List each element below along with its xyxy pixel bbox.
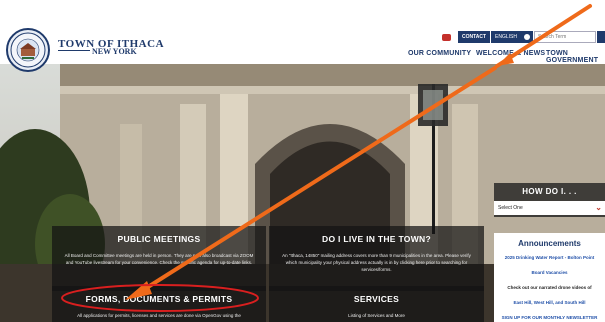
services-text: Listing of Services and More xyxy=(348,313,405,318)
how-do-i-title: HOW DO I. . . xyxy=(522,187,577,196)
announcement-text: Check out our narrated drone videos of xyxy=(507,285,592,290)
public-meetings-text: All Board and Committee meetings are hel… xyxy=(64,253,254,265)
language-select[interactable]: ENGLISH xyxy=(491,31,533,43)
nav-our-community[interactable]: OUR COMMUNITY xyxy=(408,50,471,57)
brand-subtitle: NEW YORK xyxy=(90,47,139,56)
how-do-i-select-value: Select One xyxy=(498,205,523,211)
site-header: TOWN OF ITHACA NEW YORK CONTACT ENGLISH … xyxy=(0,0,605,72)
services-title: SERVICES xyxy=(353,294,400,304)
globe-icon xyxy=(524,34,530,40)
nav-welcome-news[interactable]: WELCOME & NEWS xyxy=(476,50,545,57)
seal-icon xyxy=(10,32,46,68)
newsletter-signup-link[interactable]: SIGN UP FOR OUR MONTHLY NEWSLETTER xyxy=(494,315,605,320)
language-label: ENGLISH xyxy=(495,34,517,40)
public-meetings-title: PUBLIC MEETINGS xyxy=(117,234,201,244)
services-panel[interactable]: SERVICES Listing of Services and More xyxy=(269,286,484,322)
forms-panel[interactable]: FORMS, DOCUMENTS & PERMITS All applicati… xyxy=(52,286,266,322)
announcements-panel: Announcements 2025 Drinking Water Report… xyxy=(494,233,605,322)
public-meetings-panel[interactable]: PUBLIC MEETINGS All Board and Committee … xyxy=(52,226,266,291)
announcement-link[interactable]: East Hill, West Hill, and South Hill xyxy=(494,300,605,305)
forms-title: FORMS, DOCUMENTS & PERMITS xyxy=(85,294,233,304)
search-placeholder: Search Term xyxy=(538,34,567,40)
live-in-town-panel[interactable]: DO I LIVE IN THE TOWN? An "Ithaca, 14850… xyxy=(269,226,484,291)
search-button[interactable] xyxy=(597,31,605,43)
announcements-title: Announcements xyxy=(518,239,581,248)
nav-town-government[interactable]: TOWN GOVERNMENT xyxy=(546,50,605,64)
forms-text: All applications for permits, licenses a… xyxy=(77,313,241,318)
live-in-town-title: DO I LIVE IN THE TOWN? xyxy=(322,234,431,244)
how-do-i-widget: HOW DO I. . . Select One ⌄ xyxy=(494,183,605,217)
town-seal-logo[interactable] xyxy=(6,28,50,72)
how-do-i-select[interactable]: Select One ⌄ xyxy=(494,201,605,215)
chevron-down-icon: ⌄ xyxy=(595,203,602,212)
announcement-link[interactable]: Board Vacancies xyxy=(494,270,605,275)
youtube-icon[interactable] xyxy=(442,34,451,41)
search-input[interactable]: Search Term xyxy=(534,31,596,43)
live-in-town-text: An "Ithaca, 14850" mailing address cover… xyxy=(282,253,471,272)
announcement-link[interactable]: 2025 Drinking Water Report - Bolton Poin… xyxy=(494,255,605,260)
contact-button[interactable]: CONTACT xyxy=(458,31,490,43)
